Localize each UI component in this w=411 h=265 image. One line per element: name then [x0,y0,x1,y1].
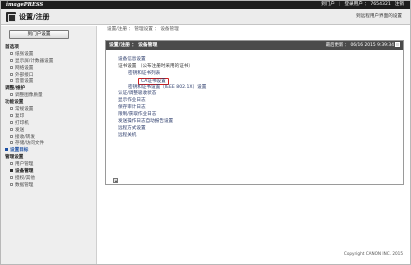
settings-menu-item[interactable]: 密钥和证书列表 [118,71,206,78]
refresh-icon[interactable] [395,41,400,47]
settings-menu-label: 密钥和证书设置（IEEE 802.1X）设置 [128,84,207,90]
sidebar-item-label: 显示屏/计数器设置 [15,58,54,64]
sidebar-item-label: 网络设置 [15,65,34,71]
bullet-icon [10,65,13,69]
settings-menu-item: 证书设置 （公布注册时采用的证书） [118,64,206,71]
sidebar-item-label: 外部接口 [15,72,34,78]
sidebar-item[interactable]: 常规设置 [5,107,95,114]
page-title: 设置/注册 [19,13,50,21]
sidebar-item[interactable]: 接收/转发 [5,134,95,142]
sidebar-item-label: 发送 [15,127,25,133]
breadcrumb: 设置/注册 ： 管理设置 ： 设备管理 [107,27,179,32]
settings-menu-item[interactable]: 远程方式设置 [118,126,206,133]
logout-link[interactable]: 注销 [395,1,404,9]
sidebar-item[interactable]: 显示屏/计数器设置 [5,58,95,66]
brand-logo: imagePRESS [6,2,44,8]
sidebar-item[interactable]: 授权/其他 [5,175,95,183]
bullet-icon [10,182,13,186]
sidebar-item[interactable]: 外部接口 [5,72,95,80]
bullet-icon [10,127,13,131]
settings-menu-item[interactable]: 设备信息设置 [118,57,206,64]
sidebar-item-label: 纸张设置 [15,52,34,58]
settings-menu: 设备信息设置 证书设置 （公布注册时采用的证书） 密钥和证书列表 CA证书设置 密钥和证… [118,57,206,140]
bullet-icon [10,120,13,124]
settings-menu-label: 密钥和证书列表 [128,70,161,76]
sidebar-item-label: 接收/转发 [15,134,35,140]
settings-menu-label: 远程关机 [118,132,137,138]
bullet-icon [10,162,13,166]
settings-menu-label: 证书设置 [118,63,137,69]
settings-menu-label: 认证/调整吸收状态 [118,91,157,97]
bullet-icon [10,58,13,62]
portal-link[interactable]: 到门户 [321,1,335,9]
separator: | [338,2,341,7]
login-user-label: 登录用户 ： 7654321 [344,2,391,7]
portal-settings-button[interactable]: 到门户设置 [9,30,69,39]
settings-menu-item[interactable]: 发送操作日志自动报告设置 [118,119,206,126]
settings-menu-label: 显示作业日志 [118,98,146,104]
bullet-icon [10,107,13,111]
sidebar-item-label: 复印 [15,114,25,120]
bullet-icon [5,148,8,152]
remote-ui-settings-link[interactable]: 到远程用户界面的设置 [356,9,402,25]
last-updated: 最后更新 ： 06/16 2015 9:39:34 [326,41,400,50]
sidebar-item-label: 设置目标 [10,148,29,154]
bullet-icon [10,169,13,173]
settings-menu-label: 发送操作日志自动报告设置 [118,119,174,125]
sidebar-item-label: 常规设置 [15,107,34,113]
sidebar-menu: 首选项 纸张设置 显示屏/计数器设置 网络设置 外部接口 音量设置 调整/维护 调整图像质量功… [5,45,95,190]
top-bar: imagePRESS 到门户 | 登录用户 ： 7654321 注销 [1,1,410,9]
sidebar-item[interactable]: 设备管理 [5,169,95,176]
sidebar-item[interactable]: 数据管理 [5,182,95,190]
bullet-icon [10,51,13,55]
page-top-icon[interactable] [113,178,118,183]
panel-header: 设置/注册 ： 设备管理 最后更新 ： 06/16 2015 9:39:34 [106,41,403,50]
settings-icon [6,12,16,22]
sidebar-item-label: 用户管理 [15,162,34,168]
bullet-icon [10,175,13,179]
sidebar-item-label: 音量设置 [15,79,34,85]
last-updated-text: 最后更新 ： 06/16 2015 9:39:34 [325,43,394,48]
bullet-icon [10,93,13,97]
settings-menu-label: 限制/获取作业日志 [118,112,157,118]
sidebar-item[interactable]: 网络设置 [5,65,95,73]
sidebar-item[interactable]: 打印机 [5,120,95,128]
sidebar-item-label: 授权/其他 [15,176,35,182]
sidebar-item[interactable]: 纸张设置 [5,51,95,59]
settings-menu-label: 设备信息设置 [118,57,146,62]
sidebar-item-label: 存储/访问文件 [15,141,45,147]
panel-title: 设置/注册 ： 设备管理 [109,43,158,48]
sidebar-item[interactable]: 存储/访问文件 [5,141,95,148]
sidebar-section: 首选项 [5,45,19,50]
sidebar-section: 功能设置 [5,100,24,106]
settings-menu-label: 远程方式设置 [118,125,146,131]
sidebar-item-label: 打印机 [15,120,29,126]
sidebar-item-label: 设备管理 [15,169,34,175]
sidebar: 到门户设置 首选项 纸张设置 显示屏/计数器设置 网络设置 外部接口 音量设置 调整/维护调… [1,26,97,264]
sidebar-item[interactable]: 复印 [5,113,95,121]
bullet-icon [10,141,13,145]
settings-menu-item[interactable]: 限制/获取作业日志 [118,112,206,119]
bullet-icon [10,113,13,117]
settings-menu-item[interactable]: 远程关机 [118,133,206,140]
title-bar: 设置/注册 到远程用户界面的设置 [1,9,410,25]
settings-menu-label: 保存审计日志 [118,105,146,111]
sidebar-item-label: 数据管理 [15,183,34,188]
settings-note: （公布注册时采用的证书） [137,63,193,69]
sidebar-item[interactable]: 用户管理 [5,162,95,169]
bullet-icon [10,72,13,76]
sidebar-item-label: 调整图像质量 [15,93,43,99]
copyright: Copyright CANON INC. 2015 [343,251,403,256]
device-management-panel: 设置/注册 ： 设备管理 最后更新 ： 06/16 2015 9:39:34 设… [105,40,404,185]
sidebar-item[interactable]: 发送 [5,127,95,135]
settings-menu-item[interactable]: CA证书设置 [118,77,206,85]
bullet-icon [10,79,13,83]
bullet-icon [10,134,13,138]
top-links: 到门户 | 登录用户 ： 7654321 注销 [321,1,404,9]
